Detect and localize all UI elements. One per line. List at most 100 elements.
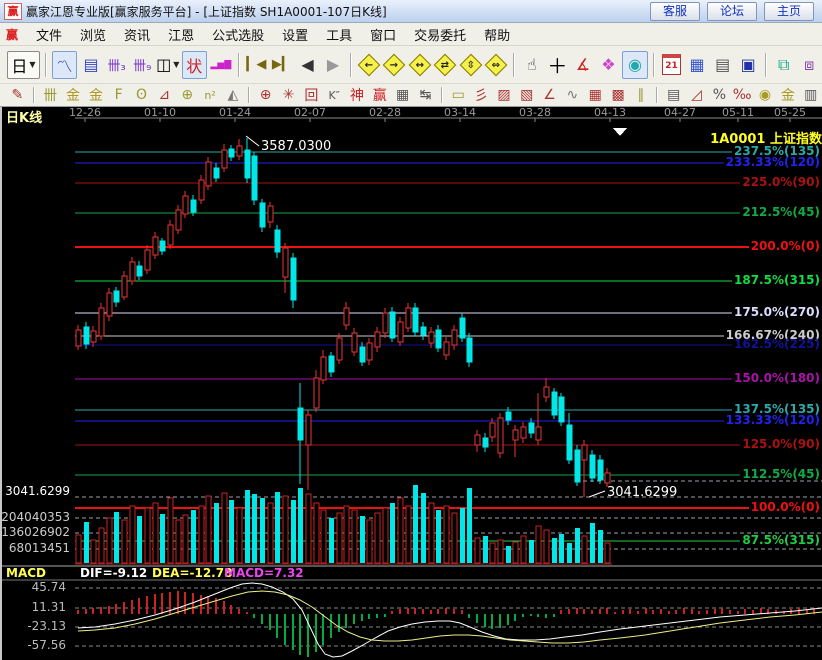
grid-125-icon[interactable]: ▦ (392, 86, 413, 104)
percent-angle-icon[interactable]: ◿ (686, 86, 707, 104)
star-circle-icon[interactable]: ✳ (278, 86, 299, 104)
gann-level-label: 200.0%(0) (751, 239, 820, 253)
menu-item-资讯[interactable]: 资讯 (116, 23, 158, 46)
transfer-icon[interactable]: ⧈ (797, 52, 821, 78)
angle-draw-icon[interactable]: ⊿ (154, 86, 175, 104)
first-page-icon-glyph: ▎◀ (246, 57, 266, 72)
forum-button[interactable]: 论坛 (707, 2, 757, 21)
compress-h-icon[interactable]: ⇄ (433, 52, 457, 78)
percent-lines-icon[interactable]: ‰ (732, 86, 753, 104)
percent-angle-icon-glyph: ◿ (691, 87, 702, 103)
smart-analysis-icon[interactable]: ◉ (622, 51, 648, 79)
period-day-button[interactable]: 日▼ (7, 51, 40, 79)
toolbar-separator (238, 53, 240, 77)
macd-dif-value: DIF=-9.12 (80, 566, 147, 580)
gold-lines-icon-glyph: 金 (781, 85, 795, 105)
rect-tool-icon[interactable]: ▭ (448, 86, 469, 104)
price-scale-icon[interactable]: ▤ (663, 86, 684, 104)
gold-grid-icon-glyph: 金 (66, 85, 80, 105)
zhuang-analysis-icon[interactable]: 状 (182, 51, 208, 79)
star-circle-icon-glyph: ✳ (283, 87, 295, 103)
winner-logo-icon[interactable]: 〽 (52, 51, 78, 79)
menu-item-设置[interactable]: 设置 (274, 23, 316, 46)
h-measure-icon[interactable]: ↹ (415, 86, 436, 104)
color-volume-icon[interactable]: ▂▅▇ (209, 52, 233, 78)
gann-level-label: 125.0%(90) (742, 437, 820, 451)
n2-grid-icon[interactable]: n² (200, 86, 221, 104)
gann-shape-icon[interactable]: ❖ (597, 52, 621, 78)
zoom-all-icon[interactable]: ⇔ (485, 52, 509, 78)
f-grid-icon[interactable]: F (108, 86, 129, 104)
menu-item-公式选股[interactable]: 公式选股 (204, 23, 272, 46)
menu-item-交易委托[interactable]: 交易委托 (406, 23, 474, 46)
zigzag-icon-glyph: ∿ (567, 87, 579, 103)
min3-chart-icon[interactable]: 卌₃ (105, 52, 129, 78)
mirror-tool-icon[interactable]: ◭ (222, 86, 243, 104)
online-data-icon[interactable]: ⧉ (772, 52, 796, 78)
win-icon-glyph: 赢 (373, 85, 387, 105)
zigzag-icon[interactable]: ∿ (562, 86, 583, 104)
menu-item-江恩[interactable]: 江恩 (160, 23, 202, 46)
menu-item-工具[interactable]: 工具 (318, 23, 360, 46)
gold-grid2-icon[interactable]: 金 (85, 86, 106, 104)
title-bar: 赢 赢家江恩专业版[赢家服务平台] - [上证指数 SH1A0001-107日K… (0, 0, 822, 23)
percent-icon[interactable]: % (709, 86, 730, 104)
gold-grid-icon[interactable]: 金 (63, 86, 84, 104)
crosshair-tool-icon-glyph: ＋ (547, 50, 567, 79)
pencil-tool-icon[interactable]: ✎ (7, 86, 28, 104)
save-icon[interactable]: ▣ (736, 52, 760, 78)
win-icon[interactable]: 赢 (369, 86, 390, 104)
shift-left-icon[interactable]: ← (357, 52, 381, 78)
zoom-out-all-icon[interactable]: ⇳ (459, 52, 483, 78)
first-page-icon[interactable]: ▎◀ (245, 52, 269, 78)
gold-lines-icon[interactable]: 金 (777, 86, 798, 104)
hand-tool-icon[interactable]: ☝ (520, 52, 544, 78)
macd-indicator-label[interactable]: MACD (6, 566, 46, 580)
expand-h-icon[interactable]: ↔ (408, 52, 432, 78)
prev-page-icon[interactable]: ◀ (296, 52, 320, 78)
last-page-icon[interactable]: ▶▎ (270, 52, 294, 78)
k-line-tool-icon[interactable]: K″ (324, 86, 345, 104)
shen-icon[interactable]: 神 (347, 86, 368, 104)
spiral-tool-icon[interactable]: ʘ (131, 86, 152, 104)
candle-style-button[interactable]: ◫▼ (156, 52, 180, 78)
date-label: 02-28 (363, 106, 407, 119)
box-circle-icon[interactable]: 回 (301, 86, 322, 104)
calculator-icon[interactable]: ▦ (685, 52, 709, 78)
toolbar-separator (33, 87, 35, 103)
shift-right-icon[interactable]: → (382, 52, 406, 78)
notes-icon[interactable]: ▤ (711, 52, 735, 78)
next-page-icon[interactable]: ▶ (321, 52, 345, 78)
angle-tool-icon[interactable]: ∡ (571, 52, 595, 78)
circle-tool-icon[interactable]: ⊕ (177, 86, 198, 104)
menu-item-窗口[interactable]: 窗口 (362, 23, 404, 46)
min9-chart-icon[interactable]: 卌₉ (130, 52, 154, 78)
box-diag-icon[interactable]: ▧ (516, 86, 537, 104)
menu-item-浏览[interactable]: 浏览 (72, 23, 114, 46)
prev-page-icon-glyph: ◀ (301, 55, 313, 74)
menu-item-文件[interactable]: 文件 (28, 23, 70, 46)
price-scale-icon-glyph: ▤ (667, 87, 680, 103)
tall-grid-icon[interactable]: ▥ (800, 86, 821, 104)
homepage-button[interactable]: 主页 (764, 2, 814, 21)
zhuang-analysis-icon-glyph: 状 (186, 53, 202, 77)
macd-axis-label: 45.74 (0, 580, 66, 594)
fan-lines-icon[interactable]: 彡 (471, 86, 492, 104)
crosshair-tool-icon[interactable]: ＋ (546, 52, 570, 78)
box-fan-icon[interactable]: ▨ (494, 86, 515, 104)
compass-icon[interactable]: ⊕ (255, 86, 276, 104)
grid-fine2-icon[interactable]: ▩ (608, 86, 629, 104)
grid-fine-icon[interactable]: ▦ (585, 86, 606, 104)
date-label: 01-24 (213, 106, 257, 119)
gann-grid-icon[interactable]: 卌 (40, 86, 61, 104)
calendar-icon[interactable]: 21 (660, 52, 684, 78)
trend-line-icon[interactable]: ∠ (539, 86, 560, 104)
circle-gold-icon[interactable]: ◉ (755, 86, 776, 104)
customer-service-button[interactable]: 客服 (650, 2, 700, 21)
macd-hist-value: MACD=7.32 (224, 566, 304, 580)
parallel-icon[interactable]: ∥ (630, 86, 651, 104)
min3-chart-icon-glyph: 卌₃ (108, 55, 126, 74)
macd-axis-label: 11.31 (0, 600, 66, 614)
info-list-icon[interactable]: ▤ (79, 52, 103, 78)
menu-item-帮助[interactable]: 帮助 (476, 23, 518, 46)
